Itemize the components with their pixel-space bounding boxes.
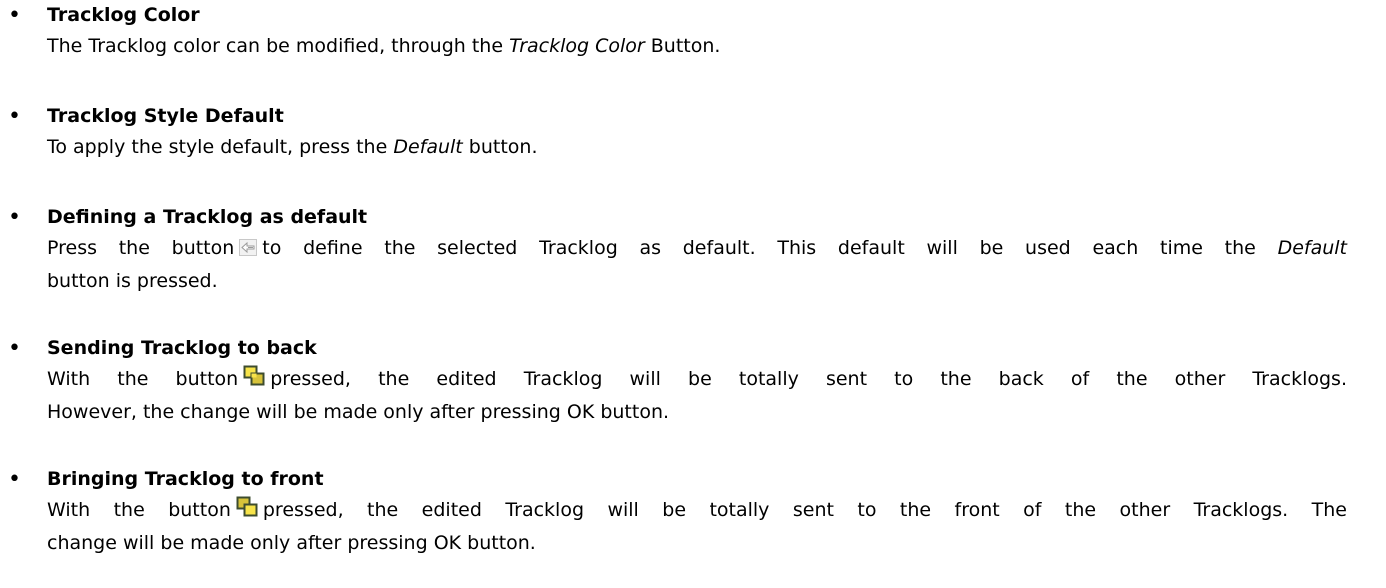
item-body: To apply the style default, press the De… (47, 132, 1347, 163)
text-run: pressed, the edited Tracklog will be tot… (262, 499, 1347, 521)
bullet: • (8, 336, 21, 361)
bullet: • (8, 467, 21, 492)
item-body: Press the button to define the selected T… (47, 233, 1347, 297)
body-line: However, the change will be made only af… (47, 401, 670, 423)
text-run: pressed, the edited Tracklog will be tot… (270, 368, 1347, 390)
item-heading: Tracklog Style Default (47, 105, 284, 127)
text-run: button. (462, 136, 538, 158)
item-heading: Defining a Tracklog as default (47, 206, 368, 228)
body-line: Press the button to define the selected T… (47, 233, 1347, 266)
text-run: The Tracklog color can be modified, thro… (47, 35, 510, 57)
body-line: To apply the style default, press the De… (47, 132, 1347, 163)
text-run: Button. (644, 35, 721, 57)
body-line: With the button pressed, the edited Track… (47, 495, 1347, 528)
bring-to-front-icon (236, 496, 258, 528)
text-run: To apply the style default, press the (47, 136, 394, 158)
bullet: • (8, 104, 21, 129)
bullet: • (8, 3, 21, 28)
bullet: • (8, 205, 21, 230)
send-to-back-icon (243, 365, 265, 397)
body-line: change will be made only after pressing … (47, 532, 536, 554)
item-heading: Tracklog Color (47, 4, 200, 26)
item-body: The Tracklog color can be modified, thro… (47, 31, 1347, 62)
text-run: With the button (47, 499, 231, 521)
item-heading: Bringing Tracklog to front (47, 468, 324, 490)
set-default-arrow-icon (239, 235, 258, 266)
item-body: With the button pressed, the edited Track… (47, 495, 1347, 559)
body-line: With the button pressed, the edited Track… (47, 364, 1347, 397)
emphasis-text: Default (393, 136, 463, 158)
text-run: With the button (47, 368, 239, 390)
emphasis-text: Default (1277, 237, 1347, 259)
item-heading: Sending Tracklog to back (47, 337, 317, 359)
text-run: to define the selected Tracklog as defau… (262, 237, 1278, 259)
text-run: Press the button (47, 237, 235, 259)
body-line: button is pressed. (47, 270, 218, 292)
body-line: The Tracklog color can be modified, thro… (47, 31, 1347, 62)
document-page: • Tracklog Color The Tracklog color can … (0, 0, 1386, 588)
emphasis-text: Tracklog Color (509, 35, 645, 57)
item-body: With the button pressed, the edited Track… (47, 364, 1347, 428)
